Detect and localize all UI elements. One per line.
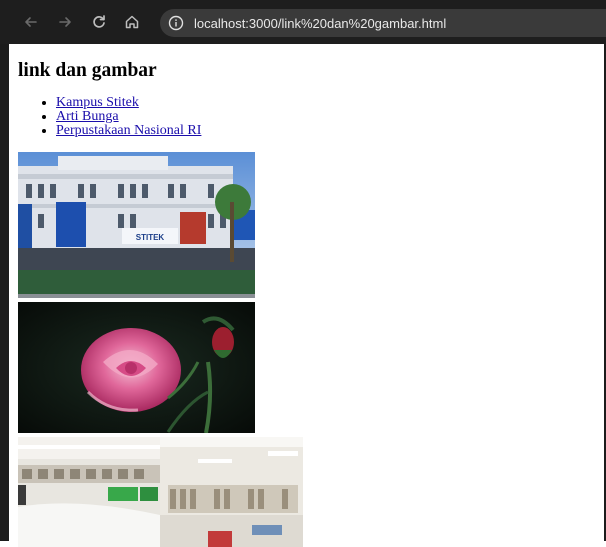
list-item: Arti Bunga [56,110,598,124]
home-button[interactable] [122,12,142,32]
rose-image [18,302,255,433]
back-button[interactable] [21,12,41,32]
link-perpustakaan-nasional[interactable]: Perpustakaan Nasional RI [56,123,201,138]
link-kampus-stitek[interactable]: Kampus Stitek [56,95,139,110]
list-item: Kampus Stitek [56,96,598,110]
page-heading: link dan gambar [18,60,157,81]
campus-image: STITEK [18,152,255,298]
library-image [18,437,303,547]
browser-toolbar: localhost:3000/link%20dan%20gambar.html [0,0,606,44]
reload-icon [93,15,105,28]
url-text[interactable]: localhost:3000/link%20dan%20gambar.html [194,16,446,31]
page-content: link dan gambar Kampus Stitek Arti Bunga… [18,44,598,547]
link-arti-bunga[interactable]: Arti Bunga [56,109,119,124]
forward-button[interactable] [55,12,75,32]
address-bar[interactable]: localhost:3000/link%20dan%20gambar.html [160,9,606,37]
home-icon [125,15,139,29]
link-list: Kampus Stitek Arti Bunga Perpustakaan Na… [18,96,598,138]
campus-banner-text: STITEK [136,233,165,242]
arrow-right-icon [59,17,71,27]
arrow-left-icon [25,17,37,27]
info-icon[interactable] [168,15,184,31]
window-frame-left [0,0,9,541]
reload-button[interactable] [89,12,109,32]
list-item: Perpustakaan Nasional RI [56,124,598,138]
